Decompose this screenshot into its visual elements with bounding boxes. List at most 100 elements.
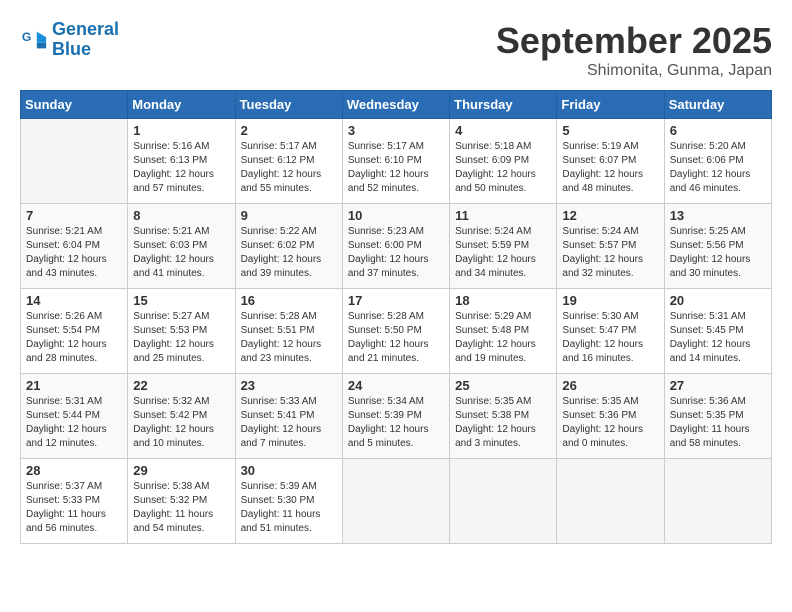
calendar-cell: 20 Sunrise: 5:31 AM Sunset: 5:45 PM Dayli… (664, 289, 771, 374)
day-number: 18 (455, 293, 551, 308)
calendar-cell (664, 459, 771, 544)
calendar-table: SundayMondayTuesdayWednesdayThursdayFrid… (20, 90, 772, 544)
calendar-cell: 2Sunrise: 5:17 AM Sunset: 6:12 PM Daylig… (235, 119, 342, 204)
day-number: 26 (562, 378, 658, 393)
logo-icon: G (20, 26, 48, 54)
title-block: September 2025 Shimonita, Gunma, Japan (496, 20, 772, 80)
cell-info: Sunrise: 5:38 AM Sunset: 5:32 PM Dayligh… (133, 480, 229, 536)
day-number: 24 (348, 378, 444, 393)
logo-line1: General (52, 19, 119, 39)
day-number: 23 (241, 378, 337, 393)
calendar-cell: 23 Sunrise: 5:33 AM Sunset: 5:41 PM Dayli… (235, 374, 342, 459)
cell-info: Sunrise: 5:39 AM Sunset: 5:30 PM Dayligh… (241, 480, 337, 536)
calendar-cell: 29 Sunrise: 5:38 AM Sunset: 5:32 PM Dayli… (128, 459, 235, 544)
day-number: 16 (241, 293, 337, 308)
calendar-cell: 18Sunrise: 5:29 AM Sunset: 5:48 PM Dayli… (450, 289, 557, 374)
logo-line2: Blue (52, 39, 91, 59)
day-number: 15 (133, 293, 229, 308)
day-number: 22 (133, 378, 229, 393)
calendar-cell: 24 Sunrise: 5:34 AM Sunset: 5:39 PM Dayli… (342, 374, 449, 459)
logo: G General Blue (20, 20, 119, 60)
cell-info: Sunrise: 5:31 AM Sunset: 5:45 PM Dayligh… (670, 310, 766, 366)
weekday-header-sunday: Sunday (21, 91, 128, 119)
calendar-cell: 11 Sunrise: 5:24 AM Sunset: 5:59 PM Dayli… (450, 204, 557, 289)
calendar-cell: 12Sunrise: 5:24 AM Sunset: 5:57 PM Dayli… (557, 204, 664, 289)
cell-info: Sunrise: 5:21 AM Sunset: 6:03 PM Dayligh… (133, 225, 229, 281)
calendar-cell: 21 Sunrise: 5:31 AM Sunset: 5:44 PM Dayli… (21, 374, 128, 459)
day-number: 1 (133, 123, 229, 138)
day-number: 21 (26, 378, 122, 393)
day-number: 29 (133, 463, 229, 478)
calendar-week-2: 7 Sunrise: 5:21 AM Sunset: 6:04 PM Daylig… (21, 204, 772, 289)
cell-info: Sunrise: 5:36 AM Sunset: 5:35 PM Dayligh… (670, 395, 766, 451)
day-number: 6 (670, 123, 766, 138)
calendar-cell: 19 Sunrise: 5:30 AM Sunset: 5:47 PM Dayli… (557, 289, 664, 374)
cell-info: Sunrise: 5:35 AM Sunset: 5:36 PM Dayligh… (562, 395, 658, 451)
cell-info: Sunrise: 5:22 AM Sunset: 6:02 PM Dayligh… (241, 225, 337, 281)
calendar-cell: 7 Sunrise: 5:21 AM Sunset: 6:04 PM Daylig… (21, 204, 128, 289)
day-number: 25 (455, 378, 551, 393)
day-number: 10 (348, 208, 444, 223)
cell-info: Sunrise: 5:25 AM Sunset: 5:56 PM Dayligh… (670, 225, 766, 281)
calendar-cell: 17 Sunrise: 5:28 AM Sunset: 5:50 PM Dayli… (342, 289, 449, 374)
svg-text:G: G (22, 30, 31, 44)
weekday-header-monday: Monday (128, 91, 235, 119)
cell-info: Sunrise: 5:33 AM Sunset: 5:41 PM Dayligh… (241, 395, 337, 451)
calendar-cell: 8 Sunrise: 5:21 AM Sunset: 6:03 PM Daylig… (128, 204, 235, 289)
day-number: 17 (348, 293, 444, 308)
cell-info: Sunrise: 5:24 AM Sunset: 5:59 PM Dayligh… (455, 225, 551, 281)
page-header: G General Blue September 2025 Shimonita,… (20, 20, 772, 80)
calendar-cell: 3 Sunrise: 5:17 AM Sunset: 6:10 PM Daylig… (342, 119, 449, 204)
cell-info: Sunrise: 5:17 AM Sunset: 6:10 PM Dayligh… (348, 140, 444, 196)
cell-info: Sunrise: 5:37 AM Sunset: 5:33 PM Dayligh… (26, 480, 122, 536)
cell-info: Sunrise: 5:34 AM Sunset: 5:39 PM Dayligh… (348, 395, 444, 451)
day-number: 19 (562, 293, 658, 308)
calendar-cell: 27Sunrise: 5:36 AM Sunset: 5:35 PM Dayli… (664, 374, 771, 459)
cell-info: Sunrise: 5:28 AM Sunset: 5:51 PM Dayligh… (241, 310, 337, 366)
calendar-header: SundayMondayTuesdayWednesdayThursdayFrid… (21, 91, 772, 119)
day-number: 13 (670, 208, 766, 223)
calendar-cell: 15Sunrise: 5:27 AM Sunset: 5:53 PM Dayli… (128, 289, 235, 374)
weekday-header-tuesday: Tuesday (235, 91, 342, 119)
day-number: 30 (241, 463, 337, 478)
cell-info: Sunrise: 5:35 AM Sunset: 5:38 PM Dayligh… (455, 395, 551, 451)
day-number: 11 (455, 208, 551, 223)
calendar-cell (557, 459, 664, 544)
cell-info: Sunrise: 5:23 AM Sunset: 6:00 PM Dayligh… (348, 225, 444, 281)
calendar-cell: 5Sunrise: 5:19 AM Sunset: 6:07 PM Daylig… (557, 119, 664, 204)
day-number: 4 (455, 123, 551, 138)
logo-text: General Blue (52, 20, 119, 60)
calendar-cell (450, 459, 557, 544)
cell-info: Sunrise: 5:28 AM Sunset: 5:50 PM Dayligh… (348, 310, 444, 366)
cell-info: Sunrise: 5:31 AM Sunset: 5:44 PM Dayligh… (26, 395, 122, 451)
month-title: September 2025 (496, 20, 772, 62)
calendar-cell: 10 Sunrise: 5:23 AM Sunset: 6:00 PM Dayli… (342, 204, 449, 289)
day-number: 8 (133, 208, 229, 223)
weekday-header-wednesday: Wednesday (342, 91, 449, 119)
calendar-cell: 16 Sunrise: 5:28 AM Sunset: 5:51 PM Dayli… (235, 289, 342, 374)
calendar-cell: 4 Sunrise: 5:18 AM Sunset: 6:09 PM Daylig… (450, 119, 557, 204)
cell-info: Sunrise: 5:24 AM Sunset: 5:57 PM Dayligh… (562, 225, 658, 281)
calendar-cell: 14Sunrise: 5:26 AM Sunset: 5:54 PM Dayli… (21, 289, 128, 374)
day-number: 5 (562, 123, 658, 138)
calendar-cell: 13 Sunrise: 5:25 AM Sunset: 5:56 PM Dayli… (664, 204, 771, 289)
day-number: 20 (670, 293, 766, 308)
calendar-cell: 6 Sunrise: 5:20 AM Sunset: 6:06 PM Daylig… (664, 119, 771, 204)
cell-info: Sunrise: 5:18 AM Sunset: 6:09 PM Dayligh… (455, 140, 551, 196)
weekday-header-saturday: Saturday (664, 91, 771, 119)
cell-info: Sunrise: 5:21 AM Sunset: 6:04 PM Dayligh… (26, 225, 122, 281)
cell-info: Sunrise: 5:20 AM Sunset: 6:06 PM Dayligh… (670, 140, 766, 196)
calendar-week-5: 28Sunrise: 5:37 AM Sunset: 5:33 PM Dayli… (21, 459, 772, 544)
day-number: 2 (241, 123, 337, 138)
calendar-week-1: 1Sunrise: 5:16 AM Sunset: 6:13 PM Daylig… (21, 119, 772, 204)
calendar-week-3: 14Sunrise: 5:26 AM Sunset: 5:54 PM Dayli… (21, 289, 772, 374)
cell-info: Sunrise: 5:30 AM Sunset: 5:47 PM Dayligh… (562, 310, 658, 366)
day-number: 3 (348, 123, 444, 138)
cell-info: Sunrise: 5:26 AM Sunset: 5:54 PM Dayligh… (26, 310, 122, 366)
calendar-cell: 1Sunrise: 5:16 AM Sunset: 6:13 PM Daylig… (128, 119, 235, 204)
calendar-cell (342, 459, 449, 544)
cell-info: Sunrise: 5:32 AM Sunset: 5:42 PM Dayligh… (133, 395, 229, 451)
day-number: 7 (26, 208, 122, 223)
weekday-header-friday: Friday (557, 91, 664, 119)
day-number: 9 (241, 208, 337, 223)
